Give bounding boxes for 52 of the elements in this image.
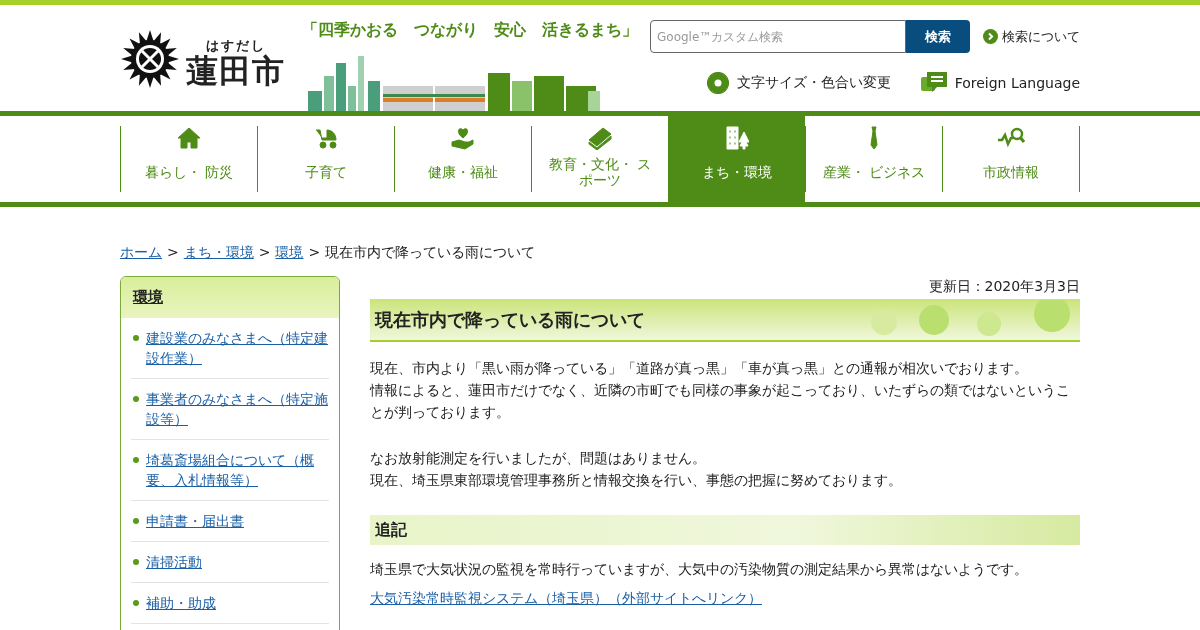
sidebar-title[interactable]: 環境 — [133, 288, 163, 306]
bullet-icon — [133, 600, 139, 606]
body-text: 情報によると、蓮田市だけでなく、近隣の市町でも同様の事象が起こっており、いたずらの類ではないということが判っております。 — [370, 381, 1071, 422]
stroller-icon — [314, 126, 338, 150]
external-link[interactable]: 大気汚染常時監視システム（埼玉県）（外部サイトへリンク） — [370, 590, 762, 608]
nav-tab[interactable]: 健康・福祉 — [394, 126, 531, 192]
breadcrumb-link[interactable]: まち・環境 — [183, 244, 254, 260]
breadcrumb-separator: > — [167, 244, 179, 260]
breadcrumb-link[interactable]: ホーム — [120, 244, 162, 260]
section-heading: 追記 — [375, 519, 407, 541]
bullet-icon — [133, 396, 139, 402]
body-text: 現在、市内より「黒い雨が降っている」「道路が真っ黒」「車が真っ黒」との通報が相次いでおります。 — [370, 359, 1029, 378]
sidebar-link[interactable]: 建設業のみなさまへ（特定建設作業） — [146, 328, 329, 368]
book-icon — [587, 126, 613, 150]
tool-link[interactable]: Foreign Language — [920, 72, 1080, 94]
body-text: 現在、埼玉県東部環境管理事務所と情報交換を行い、事態の把握に努めております。 — [370, 471, 903, 490]
building-tree-icon — [725, 126, 749, 150]
chevron-circle-icon — [983, 29, 998, 44]
tool-link[interactable]: 文字サイズ・色合い変更 — [706, 72, 891, 94]
logo-kana: はすだし — [205, 39, 266, 53]
sidebar-link[interactable]: 埼葛斎場組合について（概要、入札情報等） — [146, 450, 329, 490]
house-icon — [177, 126, 201, 150]
updated-date: 更新日：2020年3月3日 — [927, 278, 1080, 296]
search-field[interactable]: Google™カスタム検索 — [650, 20, 906, 53]
tagline: 「四季かおる つながり 安心 活きるまち」 — [302, 20, 638, 41]
search-help-link[interactable]: 検索について — [983, 27, 1080, 46]
sidebar-link[interactable]: 事業者のみなさまへ（特定施設等） — [146, 389, 329, 429]
necktie-icon — [870, 126, 878, 150]
chat-bubbles-icon — [920, 72, 947, 94]
logo-name: 蓮田市 — [186, 53, 285, 89]
bullet-icon — [133, 457, 139, 463]
search-button[interactable]: 検索 — [906, 20, 970, 53]
emblem-icon — [120, 29, 180, 89]
nav-tab[interactable]: まち・環境 — [668, 116, 805, 202]
bullet-icon — [133, 335, 139, 341]
sidebar-link[interactable]: 申請書・届出書 — [146, 511, 244, 531]
breadcrumb-separator: > — [258, 244, 271, 260]
body-text: 埼玉県で大気状況の監視を常時行っていますが、大気中の汚染物質の測定結果から異常はないようです。 — [370, 560, 1029, 579]
breadcrumb-link[interactable]: 環境 — [275, 244, 304, 260]
breadcrumb-separator: > — [308, 244, 321, 260]
sidebar-link[interactable]: 清掃活動 — [146, 552, 202, 572]
heart-hand-icon — [451, 126, 475, 150]
bullet-icon — [133, 518, 139, 524]
bullet-icon — [133, 559, 139, 565]
nav-tab[interactable]: 市政情報 — [942, 126, 1080, 192]
nav-tab[interactable]: 子育て — [257, 126, 394, 192]
nav-tab[interactable]: 産業・ ビジネス — [805, 126, 942, 192]
sidebar-link[interactable]: 補助・助成 — [146, 593, 216, 613]
article-title: 現在市内で降っている雨について — [375, 307, 645, 332]
breadcrumb-current: 現在市内で降っている雨について — [325, 244, 536, 260]
body-text: なお放射能測定を行いましたが、問題はありません。 — [370, 449, 707, 468]
nav-tab[interactable]: 暮らし・ 防災 — [120, 126, 257, 192]
